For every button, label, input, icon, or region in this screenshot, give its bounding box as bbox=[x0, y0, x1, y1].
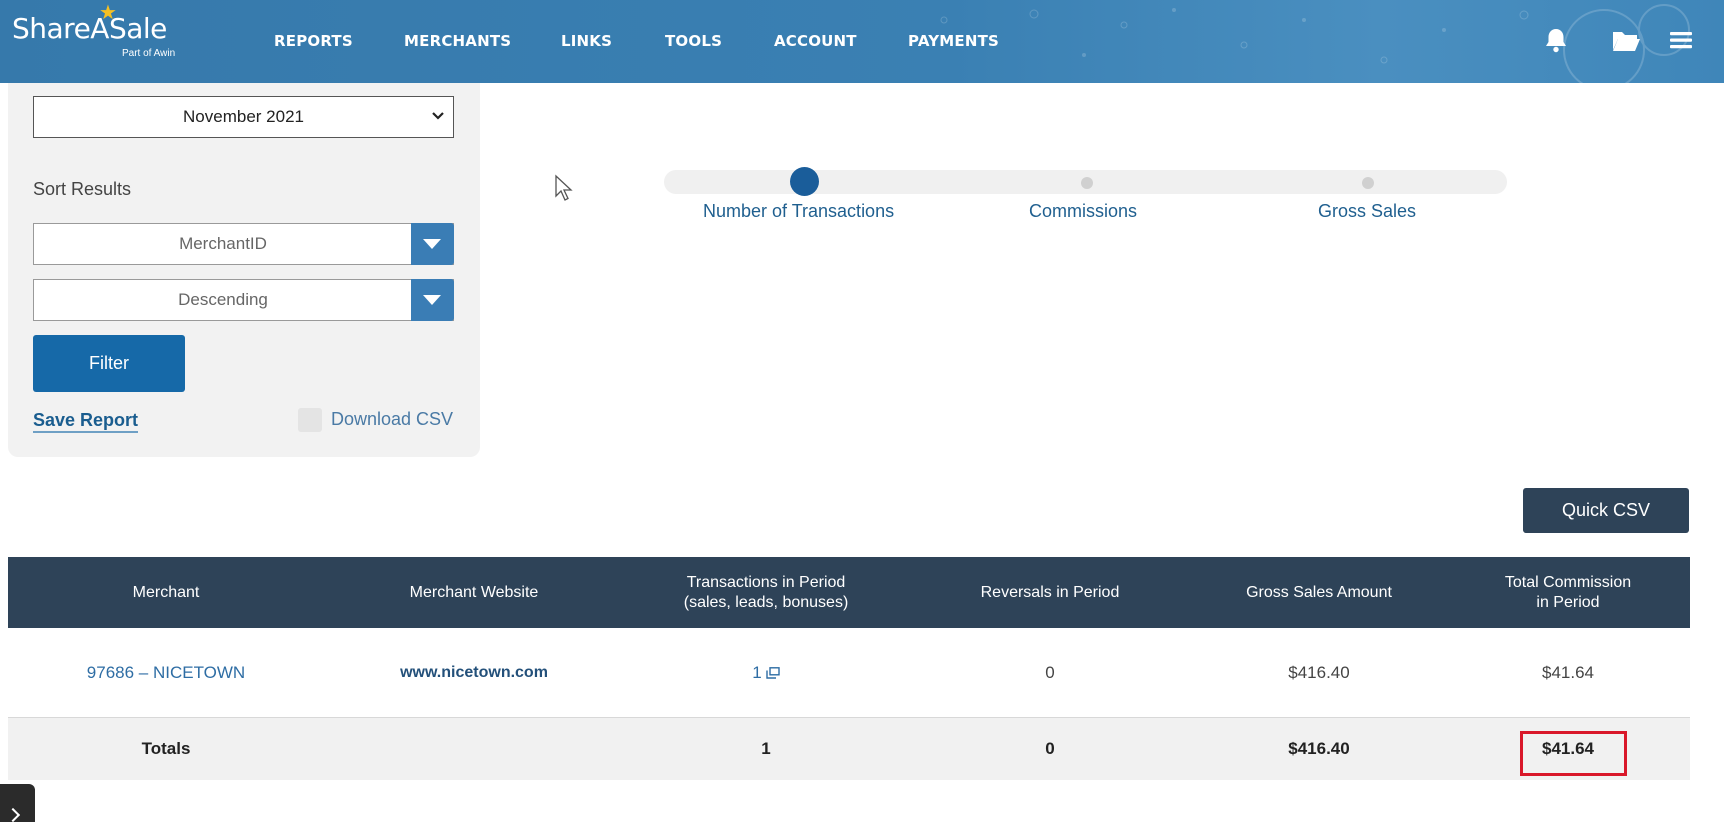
nav-reports[interactable]: REPORTS bbox=[274, 32, 353, 50]
quick-csv-button[interactable]: Quick CSV bbox=[1523, 488, 1689, 533]
col-total-commission[interactable]: Total Commission in Period bbox=[1446, 557, 1690, 628]
folder-icon[interactable] bbox=[1610, 24, 1642, 56]
nav-merchants[interactable]: MERCHANTS bbox=[404, 32, 511, 50]
col-gross-sales[interactable]: Gross Sales Amount bbox=[1192, 557, 1446, 628]
caret-down-icon[interactable] bbox=[411, 223, 454, 265]
sort-field-select[interactable]: MerchantID bbox=[33, 223, 454, 265]
tab-number-of-transactions[interactable]: Number of Transactions bbox=[703, 201, 894, 222]
table-row: 97686 – NICETOWN www.nicetown.com 1 0 $4… bbox=[8, 628, 1690, 718]
nav-account[interactable]: ACCOUNT bbox=[774, 32, 857, 50]
period-select-value: November 2021 bbox=[183, 107, 304, 126]
top-nav-bar: ★ ShareASale Part of Awin REPORTS MERCHA… bbox=[0, 0, 1724, 83]
col-reversals[interactable]: Reversals in Period bbox=[908, 557, 1192, 628]
totals-reversals: 0 bbox=[1045, 739, 1055, 758]
menu-icon[interactable] bbox=[1665, 24, 1697, 56]
totals-transactions: 1 bbox=[761, 739, 771, 758]
filter-panel bbox=[8, 83, 480, 457]
brand-tagline: Part of Awin bbox=[122, 48, 176, 59]
sort-results-label: Sort Results bbox=[33, 179, 132, 199]
sort-order-value: Descending bbox=[178, 290, 268, 309]
transactions-count-link[interactable]: 1 bbox=[752, 663, 761, 683]
save-report-link[interactable]: Save Report bbox=[33, 410, 139, 433]
nav-tools[interactable]: TOOLS bbox=[665, 32, 722, 50]
side-panel-toggle[interactable] bbox=[0, 784, 35, 822]
col-merchant-website[interactable]: Merchant Website bbox=[324, 557, 624, 628]
sort-field-value: MerchantID bbox=[179, 234, 267, 253]
totals-gross-sales: $416.40 bbox=[1288, 739, 1350, 758]
period-select[interactable]: November 2021 bbox=[33, 96, 454, 138]
star-icon: ★ bbox=[99, 2, 117, 24]
slider-dot-commissions[interactable] bbox=[1081, 177, 1093, 189]
totals-label: Totals bbox=[141, 739, 191, 758]
table-header: Merchant Merchant Website Transactions i… bbox=[8, 557, 1690, 628]
caret-down-icon[interactable] bbox=[411, 279, 454, 321]
reversals-cell: 0 bbox=[1045, 662, 1055, 682]
filter-button[interactable]: Filter bbox=[33, 335, 185, 392]
slider-dot-gross-sales[interactable] bbox=[1362, 177, 1374, 189]
brand-logo[interactable]: ★ ShareASale Part of Awin bbox=[12, 2, 175, 59]
chevron-down-icon bbox=[432, 112, 444, 120]
slider-knob-active[interactable] bbox=[790, 167, 819, 196]
download-csv-checkbox[interactable] bbox=[298, 408, 322, 432]
tab-gross-sales[interactable]: Gross Sales bbox=[1318, 201, 1416, 222]
brand-name: ShareASale bbox=[12, 12, 167, 45]
merchant-link[interactable]: 97686 – NICETOWN bbox=[8, 628, 324, 717]
mouse-cursor-icon bbox=[555, 174, 573, 201]
external-window-icon[interactable] bbox=[766, 666, 780, 679]
transactions-cell[interactable]: 1 bbox=[624, 628, 908, 717]
col-transactions[interactable]: Transactions in Period (sales, leads, bo… bbox=[624, 557, 908, 628]
merchant-website-link[interactable]: www.nicetown.com bbox=[324, 628, 624, 717]
tab-commissions[interactable]: Commissions bbox=[1029, 201, 1137, 222]
sort-order-select[interactable]: Descending bbox=[33, 279, 454, 321]
bell-icon[interactable] bbox=[1540, 24, 1572, 56]
nav-links[interactable]: LINKS bbox=[561, 32, 612, 50]
highlight-box bbox=[1520, 731, 1627, 776]
totals-row: Totals 1 0 $416.40 $41.64 bbox=[8, 718, 1690, 780]
gross-sales-cell: $416.40 bbox=[1288, 662, 1350, 682]
commission-cell: $41.64 bbox=[1542, 662, 1594, 682]
download-csv-label[interactable]: Download CSV bbox=[331, 409, 453, 430]
nav-payments[interactable]: PAYMENTS bbox=[908, 32, 999, 50]
col-merchant[interactable]: Merchant bbox=[8, 557, 324, 628]
